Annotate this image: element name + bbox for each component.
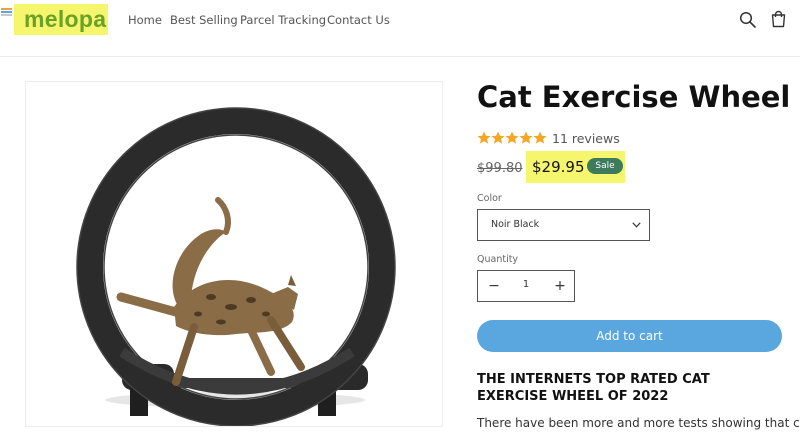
rating-stars-icon xyxy=(477,131,547,144)
quantity-value[interactable]: 1 xyxy=(519,279,533,290)
sale-price: $29.95 xyxy=(532,158,585,176)
nav-contact-us[interactable]: Contact Us xyxy=(327,13,390,27)
site-header: melopa Home Best Selling Parcel Tracking… xyxy=(0,0,800,57)
add-to-cart-button[interactable]: Add to cart xyxy=(477,320,782,352)
reviews-link[interactable]: 11 reviews xyxy=(552,131,620,146)
quantity-stepper: − 1 + xyxy=(477,270,575,302)
color-value: Noir Black xyxy=(491,219,540,230)
decrease-quantity-button[interactable]: − xyxy=(485,277,503,295)
favicon-icon xyxy=(1,8,12,16)
product-image[interactable] xyxy=(25,81,443,427)
nav-best-selling[interactable]: Best Selling xyxy=(170,13,238,27)
description-heading: THE INTERNETS TOP RATED CAT EXERCISE WHE… xyxy=(477,372,710,404)
sale-badge: Sale xyxy=(587,158,623,174)
cart-icon[interactable] xyxy=(770,10,787,28)
site-logo[interactable]: melopa xyxy=(14,4,108,35)
cat-figure xyxy=(116,197,305,386)
color-label: Color xyxy=(477,193,502,204)
description-text: There have been more and more tests show… xyxy=(477,416,800,430)
quantity-label: Quantity xyxy=(477,254,519,265)
nav-home[interactable]: Home xyxy=(128,13,162,27)
star-rating xyxy=(477,130,547,149)
product-title: Cat Exercise Wheel xyxy=(477,80,791,114)
cat-wheel-illustration xyxy=(76,107,396,426)
logo-text: melopa xyxy=(24,6,107,32)
nav-parcel-tracking[interactable]: Parcel Tracking xyxy=(240,13,326,27)
increase-quantity-button[interactable]: + xyxy=(551,277,569,295)
search-icon[interactable] xyxy=(739,11,756,28)
chevron-down-icon xyxy=(632,222,641,228)
original-price: $99.80 xyxy=(477,161,523,176)
color-select[interactable]: Noir Black xyxy=(477,209,650,241)
